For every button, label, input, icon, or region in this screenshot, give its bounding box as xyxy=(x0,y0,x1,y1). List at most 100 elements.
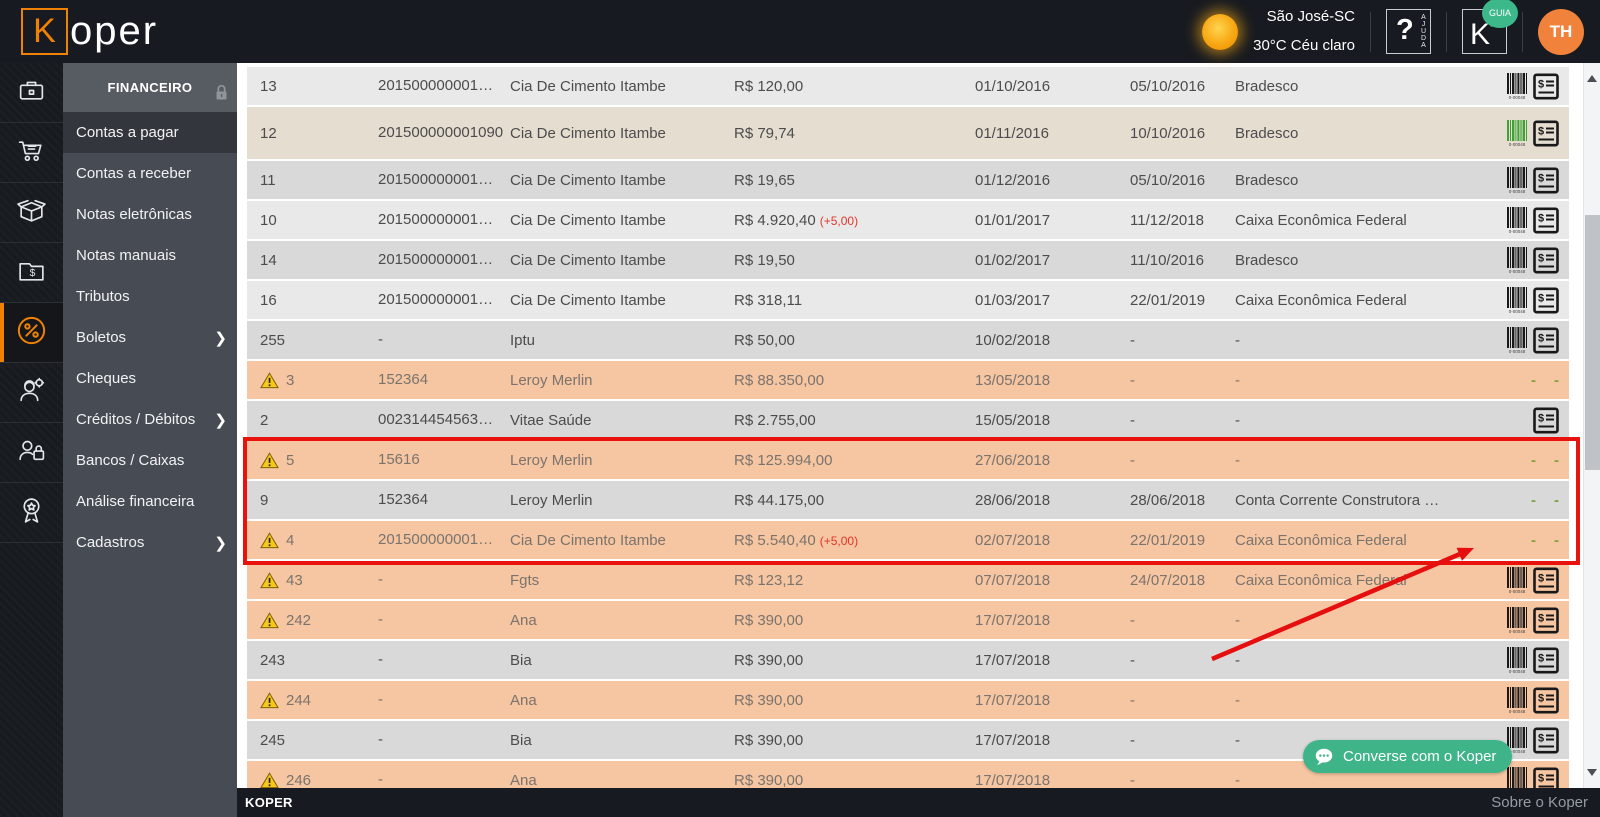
barcode-icon[interactable]: 0-00048 xyxy=(1507,246,1527,274)
rail-percent-button[interactable] xyxy=(0,303,63,363)
barcode-icon[interactable]: 0-00048 xyxy=(1507,119,1527,147)
rail-person-lock-button[interactable] xyxy=(0,423,63,483)
cell-actions: 0-00048 $ xyxy=(1480,326,1569,354)
barcode-icon[interactable]: 0-00048 xyxy=(1507,766,1527,789)
invoice-icon[interactable]: $ xyxy=(1533,726,1559,754)
sidebar-item-creditos-debitos[interactable]: Créditos / Débitos ❯ xyxy=(63,399,237,440)
cell-document: 201500000001… xyxy=(378,170,494,188)
sidebar-item-analise-financeira[interactable]: Análise financeira xyxy=(63,481,237,522)
rail-box-button[interactable] xyxy=(0,183,63,243)
cell-issue-date: 17/07/2018 xyxy=(975,611,1051,629)
cell-actions: $ xyxy=(1480,406,1569,434)
sidebar-item-notas-manuais[interactable]: Notas manuais xyxy=(63,235,237,276)
invoice-icon[interactable]: $ xyxy=(1533,686,1559,714)
cell-number: 242 xyxy=(247,612,378,629)
cell-document: 002314454563… xyxy=(378,410,494,428)
scroll-down-icon[interactable] xyxy=(1587,769,1597,781)
sidebar-item-cheques[interactable]: Cheques xyxy=(63,358,237,399)
cell-issue-date: 02/07/2018 xyxy=(975,531,1051,549)
invoice-icon[interactable]: $ xyxy=(1533,206,1559,234)
invoice-icon[interactable]: $ xyxy=(1533,286,1559,314)
table-row[interactable]: 243 - Bia R$ 390,00 17/07/2018 - - 0-00048 $ xyxy=(247,641,1569,681)
barcode-icon[interactable]: 0-00048 xyxy=(1507,326,1527,354)
table-row[interactable]: 242- Ana R$ 390,00 17/07/2018- -0-00048 $ xyxy=(247,601,1569,641)
barcode-icon[interactable]: 0-00048 xyxy=(1507,566,1527,594)
invoice-icon[interactable]: $ xyxy=(1533,119,1559,147)
invoice-icon[interactable]: $ xyxy=(1533,326,1559,354)
svg-text:$: $ xyxy=(1538,612,1544,624)
table-row[interactable]: 244- Ana R$ 390,00 17/07/2018- -0-00048 $ xyxy=(247,681,1569,721)
rail-briefcase-button[interactable] xyxy=(0,63,63,123)
sidebar-item-cadastros[interactable]: Cadastros ❯ xyxy=(63,522,237,563)
barcode-icon[interactable]: 0-00048 xyxy=(1507,72,1527,100)
sidebar-item-label: Bancos / Caixas xyxy=(76,452,185,469)
briefcase-icon xyxy=(16,75,47,111)
cell-bank: Caixa Econômica Federal xyxy=(1235,291,1407,309)
rail-cart-button[interactable] xyxy=(0,123,63,183)
sidebar-item-tributos[interactable]: Tributos xyxy=(63,276,237,317)
cell-issue-date: 01/02/2017 xyxy=(975,251,1051,269)
invoice-icon[interactable]: $ xyxy=(1533,166,1559,194)
sidebar-item-contas-a-receber[interactable]: Contas a receber xyxy=(63,153,237,194)
svg-text:0-00048: 0-00048 xyxy=(1509,669,1526,674)
table-row[interactable]: 3 152364 Leroy Merlin R$ 88.350,00 13/05/201… xyxy=(247,361,1569,401)
cell-actions: 0-00048 $ xyxy=(1480,646,1569,674)
cell-supplier: Bia xyxy=(510,651,532,669)
barcode-icon[interactable]: 0-00048 xyxy=(1507,166,1527,194)
cell-supplier: Leroy Merlin xyxy=(510,491,593,509)
chat-button[interactable]: Converse com o Koper xyxy=(1303,740,1513,773)
cell-value: R$ 79,74 xyxy=(734,124,795,142)
cell-number: 14 xyxy=(260,251,277,269)
rail-folder-money-button[interactable]: $ xyxy=(0,243,63,303)
cell-issue-date: 17/07/2018 xyxy=(975,691,1051,709)
table-row[interactable]: 13 201500000001… Cia De Cimento Itambe R$ 1… xyxy=(247,67,1569,107)
cell-actions: -- xyxy=(1480,372,1569,389)
invoice-icon[interactable]: $ xyxy=(1533,72,1559,100)
barcode-icon[interactable]: 0-00048 xyxy=(1507,686,1527,714)
sidebar-icon-rail: $ xyxy=(0,63,63,817)
table-row[interactable]: 9 152364 Leroy Merlin R$ 44.175,00 28/06/201… xyxy=(247,481,1569,521)
guide-button[interactable]: K GUIA xyxy=(1462,0,1518,54)
rail-award-button[interactable] xyxy=(0,483,63,543)
sidebar-item-notas-eletronicas[interactable]: Notas eletrônicas xyxy=(63,194,237,235)
invoice-icon[interactable]: $ xyxy=(1533,566,1559,594)
table-row[interactable]: 12 201500000001090 Cia De Cimento Itambe R$… xyxy=(247,107,1569,161)
scroll-up-icon[interactable] xyxy=(1587,70,1597,82)
invoice-icon[interactable]: $ xyxy=(1533,246,1559,274)
table-row[interactable]: 11 201500000001… Cia De Cimento Itambe R$ 1… xyxy=(247,161,1569,201)
sidebar-item-bancos-caixas[interactable]: Bancos / Caixas xyxy=(63,440,237,481)
chevron-right-icon: ❯ xyxy=(214,534,227,552)
cell-bank: - xyxy=(1235,611,1240,629)
invoice-icon[interactable]: $ xyxy=(1533,767,1559,788)
table-row[interactable]: 5 15616 Leroy Merlin R$ 125.994,00 27/06/201… xyxy=(247,441,1569,481)
scrollbar-thumb[interactable] xyxy=(1585,215,1600,470)
rail-worker-button[interactable] xyxy=(0,363,63,423)
table-row[interactable]: 43- Fgts R$ 123,12 07/07/2018 24/07/2018 Caix… xyxy=(247,561,1569,601)
folder-money-icon: $ xyxy=(16,255,47,291)
invoice-icon[interactable]: $ xyxy=(1533,406,1559,434)
user-avatar[interactable]: TH xyxy=(1538,8,1584,55)
sidebar-item-boletos[interactable]: Boletos ❯ xyxy=(63,317,237,358)
table-row[interactable]: 255 - Iptu R$ 50,00 10/02/2018 - - 0-00048 $ xyxy=(247,321,1569,361)
invoice-icon[interactable]: $ xyxy=(1533,646,1559,674)
table-row[interactable]: 14 201500000001… Cia De Cimento Itambe R$ 1… xyxy=(247,241,1569,281)
cell-number: 243 xyxy=(260,651,286,669)
barcode-icon[interactable]: 0-00048 xyxy=(1507,286,1527,314)
cell-bank: Conta Corrente Construtora … xyxy=(1235,491,1440,509)
svg-text:$: $ xyxy=(1538,412,1544,424)
table-row[interactable]: 10 201500000001… Cia De Cimento Itambe R$ 4… xyxy=(247,201,1569,241)
help-button[interactable]: ? AJUDA xyxy=(1386,9,1431,54)
cell-bank: Bradesco xyxy=(1235,124,1299,142)
cell-value: R$ 5.540,40 (+5,00) xyxy=(734,531,859,549)
barcode-icon[interactable]: 0-00048 xyxy=(1507,206,1527,234)
sidebar-item-contas-a-pagar[interactable]: Contas a pagar xyxy=(63,112,237,153)
cell-issue-date: 10/02/2018 xyxy=(975,331,1051,349)
table-row[interactable]: 2 002314454563… Vitae Saúde R$ 2.755,00 15/0… xyxy=(247,401,1569,441)
table-row[interactable]: 16 201500000001… Cia De Cimento Itambe R$ 3… xyxy=(247,281,1569,321)
about-koper-link[interactable]: Sobre o Koper xyxy=(1491,794,1600,811)
invoice-icon[interactable]: $ xyxy=(1533,606,1559,634)
barcode-icon[interactable]: 0-00048 xyxy=(1507,646,1527,674)
table-row[interactable]: 4 201500000001… Cia De Cimento Itambe R$ 5.… xyxy=(247,521,1569,561)
top-bar: K oper São José-SC 30°C Céu claro ? AJUD… xyxy=(0,0,1600,63)
barcode-icon[interactable]: 0-00048 xyxy=(1507,606,1527,634)
